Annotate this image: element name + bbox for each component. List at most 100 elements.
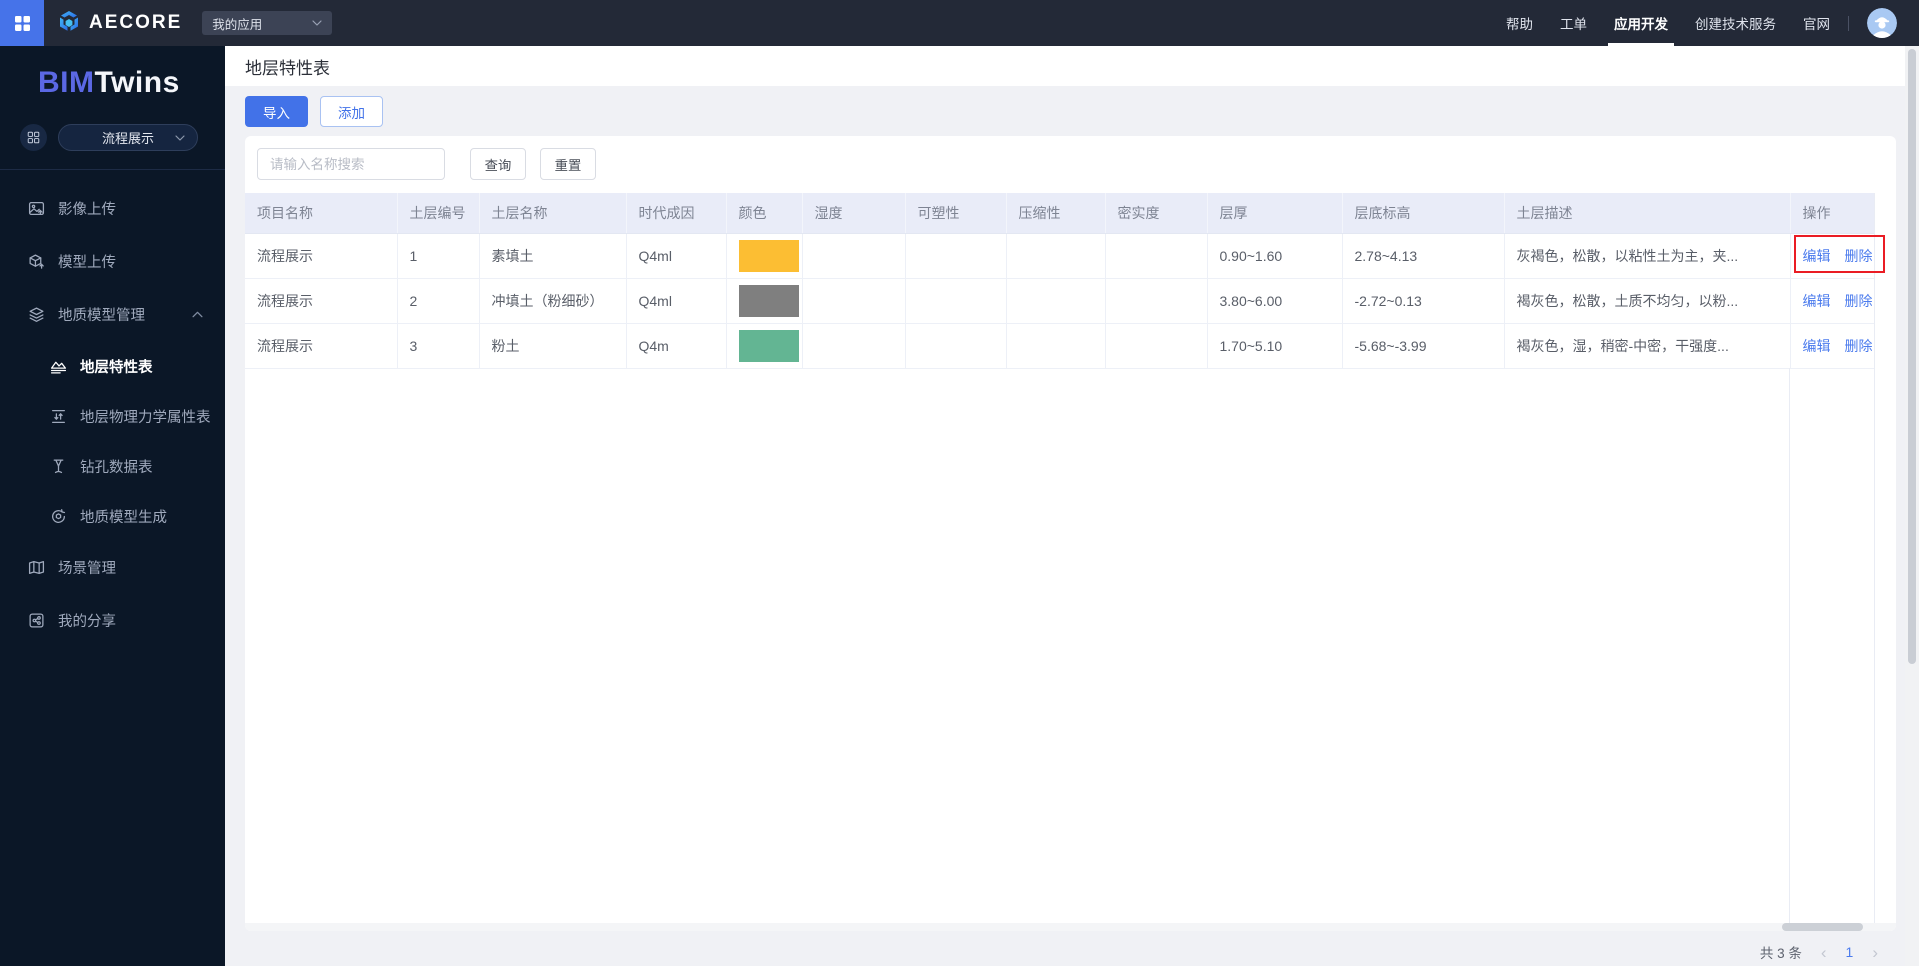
top-menu-create-tech-service[interactable]: 创建技术服务 [1695, 0, 1776, 46]
edit-link[interactable]: 编辑 [1803, 338, 1831, 354]
sidebar-menu: 影像上传 模型上传 地质模型管理 地层特性表 地层物理力学属性表 钻孔数据表 地… [0, 170, 225, 647]
col-header-bottom-elevation: 层底标高 [1342, 193, 1505, 234]
delete-link[interactable]: 删除 [1845, 248, 1873, 264]
cell-color [726, 278, 803, 324]
top-menu-official-site[interactable]: 官网 [1803, 0, 1830, 46]
col-header-description: 土层描述 [1504, 193, 1791, 234]
user-avatar-icon [1867, 8, 1897, 38]
cell-thickness: 1.70~5.10 [1207, 323, 1343, 369]
aecore-logo: AECORE [56, 10, 182, 36]
sidebar-item-scene-mgmt[interactable]: 场景管理 [0, 541, 225, 594]
color-swatch [738, 284, 799, 317]
active-tab-underline [1608, 43, 1674, 46]
cell-layer-no: 2 [397, 278, 480, 324]
sidebar-item-borehole-table[interactable]: 钻孔数据表 [0, 441, 225, 491]
pagination-prev-button[interactable]: ‹ [1821, 944, 1827, 961]
strata-table-icon [50, 361, 67, 374]
app-launcher-button[interactable] [0, 0, 44, 46]
app-select-value: 我的应用 [212, 17, 263, 32]
table-row: 流程展示 3 粉土 Q4m 1.70~5.10 -5.68~-3.99 褐灰色，… [245, 323, 1874, 369]
topbar: AECORE 我的应用 帮助 工单 应用开发 创建技术服务 官网 [0, 0, 1919, 46]
sidebar-item-model-upload[interactable]: 模型上传 [0, 235, 225, 288]
table-scrollbar-gutter [1874, 193, 1896, 923]
chevron-down-icon [312, 20, 322, 26]
strata-table: 项目名称 土层编号 土层名称 时代成因 颜色 湿度 可塑性 压缩性 密实度 层厚… [245, 193, 1874, 369]
physics-table-icon [52, 409, 65, 423]
col-header-era: 时代成因 [626, 193, 727, 234]
logo-twins: Twins [94, 66, 180, 99]
col-header-actions: 操作 [1790, 193, 1874, 234]
geology-layers-icon [29, 307, 44, 322]
cell-actions: 编辑 删除 [1790, 278, 1874, 324]
scene-manage-icon [28, 561, 45, 574]
cell-thickness: 0.90~1.60 [1207, 233, 1343, 279]
sidebar-item-geology-model-mgmt[interactable]: 地质模型管理 [0, 288, 225, 341]
delete-link[interactable]: 删除 [1845, 338, 1873, 354]
sidebar-item-strata-table[interactable]: 地层特性表 [0, 341, 225, 391]
topbar-divider [1848, 15, 1849, 31]
col-header-thickness: 层厚 [1207, 193, 1343, 234]
apps-grid-button[interactable] [20, 124, 47, 151]
bimtwins-logo: BIMTwins [0, 46, 225, 100]
table-card: 查询 重置 项目名称 土层编号 土层名称 时代成因 颜色 [245, 136, 1896, 931]
horizontal-scrollbar-thumb[interactable] [1782, 923, 1863, 931]
col-header-moisture: 湿度 [802, 193, 906, 234]
app-select-dropdown[interactable]: 我的应用 [202, 11, 333, 35]
cell-compressibility [1006, 278, 1106, 324]
cell-density [1105, 233, 1208, 279]
borehole-icon [53, 458, 64, 473]
vertical-scrollbar-thumb[interactable] [1908, 49, 1916, 664]
table-row: 流程展示 1 素填土 Q4ml 0.90~1.60 2.78~4.13 灰褐色，… [245, 233, 1874, 279]
cell-density [1105, 278, 1208, 324]
cell-layer-name: 素填土 [479, 233, 627, 279]
logo-bim: BIM [38, 66, 95, 99]
search-input[interactable] [257, 148, 445, 180]
pagination: 共 3 条 ‹ 1 › [1760, 937, 1878, 966]
cell-color [726, 323, 803, 369]
edit-link[interactable]: 编辑 [1803, 293, 1831, 309]
import-button[interactable]: 导入 [245, 96, 308, 127]
cell-compressibility [1006, 233, 1106, 279]
sidebar-item-strata-physics-table[interactable]: 地层物理力学属性表 [0, 391, 225, 441]
top-menu-app-dev[interactable]: 应用开发 [1608, 0, 1674, 46]
cell-layer-name: 粉土 [479, 323, 627, 369]
cell-moisture [802, 323, 906, 369]
cell-density [1105, 323, 1208, 369]
add-button[interactable]: 添加 [320, 96, 383, 127]
color-swatch [738, 239, 799, 272]
reset-button[interactable]: 重置 [540, 148, 596, 180]
col-header-layer-no: 土层编号 [397, 193, 480, 234]
search-row: 查询 重置 [257, 148, 596, 180]
delete-link[interactable]: 删除 [1845, 293, 1873, 309]
my-share-icon [29, 613, 44, 628]
project-select-value: 流程展示 [101, 131, 154, 146]
sidebar-item-geology-model-generate[interactable]: 地质模型生成 [0, 491, 225, 541]
edit-link[interactable]: 编辑 [1803, 248, 1831, 264]
top-menu-help[interactable]: 帮助 [1506, 0, 1533, 46]
sidebar: BIMTwins 流程展示 影像上传 模型上传 地质模型管理 地层特性表 地层物… [0, 46, 225, 966]
cell-bottom-elevation: -2.72~0.13 [1342, 278, 1505, 324]
chevron-up-icon [192, 311, 203, 318]
col-header-layer-name: 土层名称 [479, 193, 627, 234]
fixed-column-border [1789, 368, 1790, 923]
cell-plasticity [905, 323, 1007, 369]
col-header-compressibility: 压缩性 [1006, 193, 1106, 234]
color-swatch [738, 329, 799, 362]
image-upload-icon [28, 202, 45, 215]
cell-layer-no: 3 [397, 323, 480, 369]
top-menu: 帮助 工单 应用开发 创建技术服务 官网 [1506, 0, 1830, 46]
project-select-dropdown[interactable]: 流程展示 [58, 124, 198, 151]
cell-era: Q4ml [626, 278, 727, 324]
pagination-next-button[interactable]: › [1872, 944, 1878, 961]
user-avatar[interactable] [1867, 8, 1897, 38]
query-button[interactable]: 查询 [470, 148, 526, 180]
pagination-page-1[interactable]: 1 [1846, 944, 1854, 960]
sidebar-item-image-upload[interactable]: 影像上传 [0, 182, 225, 235]
cell-bottom-elevation: 2.78~4.13 [1342, 233, 1505, 279]
cell-thickness: 3.80~6.00 [1207, 278, 1343, 324]
cell-bottom-elevation: -5.68~-3.99 [1342, 323, 1505, 369]
col-header-color: 颜色 [726, 193, 803, 234]
sidebar-item-my-share[interactable]: 我的分享 [0, 594, 225, 647]
top-menu-tickets[interactable]: 工单 [1560, 0, 1587, 46]
app-root: AECORE 我的应用 帮助 工单 应用开发 创建技术服务 官网 BIMTwin… [0, 0, 1919, 966]
